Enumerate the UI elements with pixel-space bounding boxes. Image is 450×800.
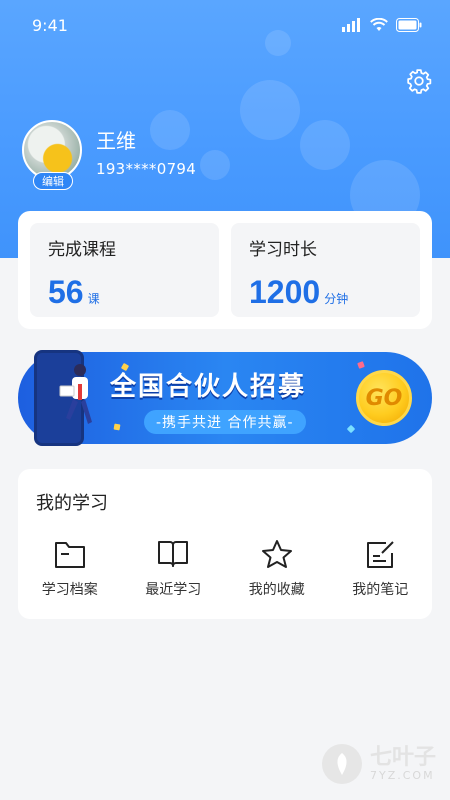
study-duration-stat[interactable]: 学习时长 1200 分钟 xyxy=(231,223,420,317)
user-name: 王维 xyxy=(96,129,136,153)
my-notes-item[interactable]: 我的笔记 xyxy=(329,537,433,599)
gear-icon xyxy=(407,69,432,94)
study-item-label: 学习档案 xyxy=(41,582,98,598)
status-time: 9:41 xyxy=(32,15,68,35)
status-bar: 9:41 xyxy=(0,0,450,50)
user-phone: 193****0794 xyxy=(96,160,197,178)
note-icon xyxy=(363,537,397,571)
stat-title: 完成课程 xyxy=(48,240,116,260)
profile-section: 编辑 王维 193****0794 xyxy=(22,120,196,190)
cellular-signal-icon xyxy=(342,18,360,32)
stat-value: 1200 xyxy=(249,274,321,310)
watermark-subtext: 7YZ.COM xyxy=(369,768,435,782)
avatar-container[interactable]: 编辑 xyxy=(22,120,84,190)
folder-icon xyxy=(53,537,87,571)
study-item-label: 我的收藏 xyxy=(248,582,305,598)
partner-recruitment-banner[interactable]: 全国合伙人招募 -携手共进 合作共赢- GO xyxy=(18,350,432,446)
my-study-card: 我的学习 学习档案 最近学习 我的收藏 我的笔记 xyxy=(18,469,432,619)
stats-card: 完成课程 56 课 学习时长 1200 分钟 xyxy=(18,211,432,329)
user-info: 王维 193****0794 xyxy=(96,128,196,178)
settings-button[interactable] xyxy=(404,66,434,96)
my-study-items: 学习档案 最近学习 我的收藏 我的笔记 xyxy=(18,537,432,599)
running-person-illustration xyxy=(59,364,92,424)
banner-title: 全国合伙人招募 xyxy=(110,372,307,402)
edit-avatar-button[interactable]: 编辑 xyxy=(33,172,73,190)
watermark-logo-icon xyxy=(321,744,362,784)
go-button[interactable]: GO xyxy=(356,370,412,426)
stat-title: 学习时长 xyxy=(249,240,317,260)
watermark-text: 七叶子 xyxy=(369,744,436,770)
stat-unit: 课 xyxy=(87,292,100,306)
avatar[interactable] xyxy=(22,120,82,180)
my-study-title: 我的学习 xyxy=(36,493,108,514)
stat-unit: 分钟 xyxy=(324,292,349,306)
star-icon xyxy=(260,537,294,571)
banner-subtitle: -携手共进 合作共赢- xyxy=(144,410,306,434)
my-favorites-item[interactable]: 我的收藏 xyxy=(225,537,329,599)
status-icons xyxy=(342,18,422,32)
completed-courses-stat[interactable]: 完成课程 56 课 xyxy=(30,223,219,317)
battery-icon xyxy=(396,18,422,32)
study-item-label: 最近学习 xyxy=(145,582,202,598)
watermark: 七叶子 7YZ.COM xyxy=(321,744,436,784)
study-records-item[interactable]: 学习档案 xyxy=(18,537,122,599)
book-icon xyxy=(156,537,190,571)
recent-study-item[interactable]: 最近学习 xyxy=(122,537,226,599)
wifi-icon xyxy=(370,18,388,31)
stat-value: 56 xyxy=(48,274,84,310)
study-item-label: 我的笔记 xyxy=(352,582,409,598)
